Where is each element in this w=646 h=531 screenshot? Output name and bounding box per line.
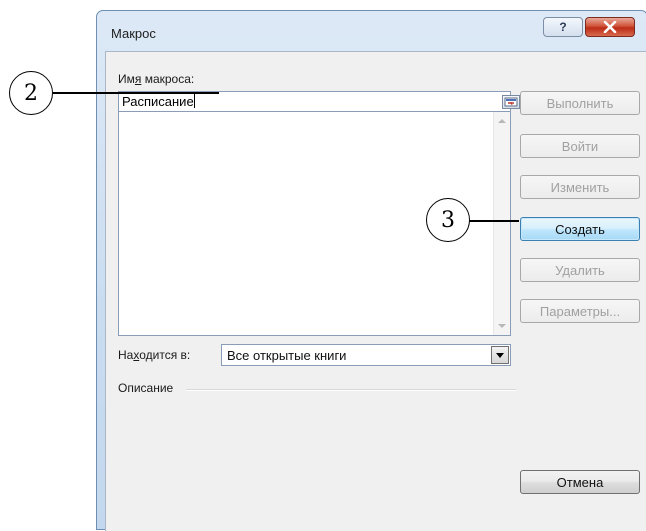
macros-in-select[interactable]: Все открытые книги bbox=[221, 344, 511, 366]
description-label: Описание bbox=[118, 381, 174, 395]
delete-button[interactable]: Удалить bbox=[520, 258, 640, 282]
callout-3: 3 bbox=[426, 198, 470, 242]
collapse-dialog-button[interactable] bbox=[502, 95, 520, 109]
help-button[interactable]: ? bbox=[543, 17, 583, 37]
options-button[interactable]: Параметры... bbox=[520, 299, 640, 323]
help-icon: ? bbox=[559, 20, 567, 34]
collapse-dialog-icon bbox=[504, 97, 518, 107]
macro-name-value: Расписание bbox=[122, 94, 194, 109]
macros-in-label: Находится в: bbox=[118, 348, 191, 362]
dialog-title: Макрос bbox=[111, 26, 156, 41]
callout-3-leader bbox=[469, 220, 519, 222]
macro-name-label: Имя макроса: bbox=[118, 72, 195, 86]
create-button[interactable]: Соз д ать bbox=[520, 217, 640, 241]
macros-in-value: Все открытые книги bbox=[227, 348, 347, 363]
cancel-button[interactable]: Отмена bbox=[520, 470, 640, 494]
close-icon bbox=[603, 21, 617, 33]
step-into-button[interactable]: Войти bbox=[520, 134, 640, 158]
description-separator bbox=[186, 389, 516, 391]
text-caret bbox=[193, 94, 195, 108]
callout-2: 2 bbox=[9, 71, 53, 115]
scroll-up-icon[interactable] bbox=[498, 119, 506, 123]
macro-list-scrollbar[interactable] bbox=[493, 112, 510, 335]
dropdown-button[interactable] bbox=[491, 346, 509, 364]
macro-dialog: Макрос ? Имя макроса: Расписание Выполни… bbox=[96, 10, 646, 531]
chevron-down-icon bbox=[496, 353, 504, 358]
scroll-down-icon[interactable] bbox=[498, 324, 506, 328]
callout-2-leader bbox=[53, 92, 219, 94]
macro-name-input[interactable]: Расписание bbox=[118, 91, 520, 112]
dialog-client-area: Имя макроса: Расписание Выполнить Войти … bbox=[105, 51, 646, 531]
run-button[interactable]: Выполнить bbox=[520, 91, 640, 115]
close-button[interactable] bbox=[585, 17, 635, 37]
edit-button[interactable]: Изменить bbox=[520, 175, 640, 199]
